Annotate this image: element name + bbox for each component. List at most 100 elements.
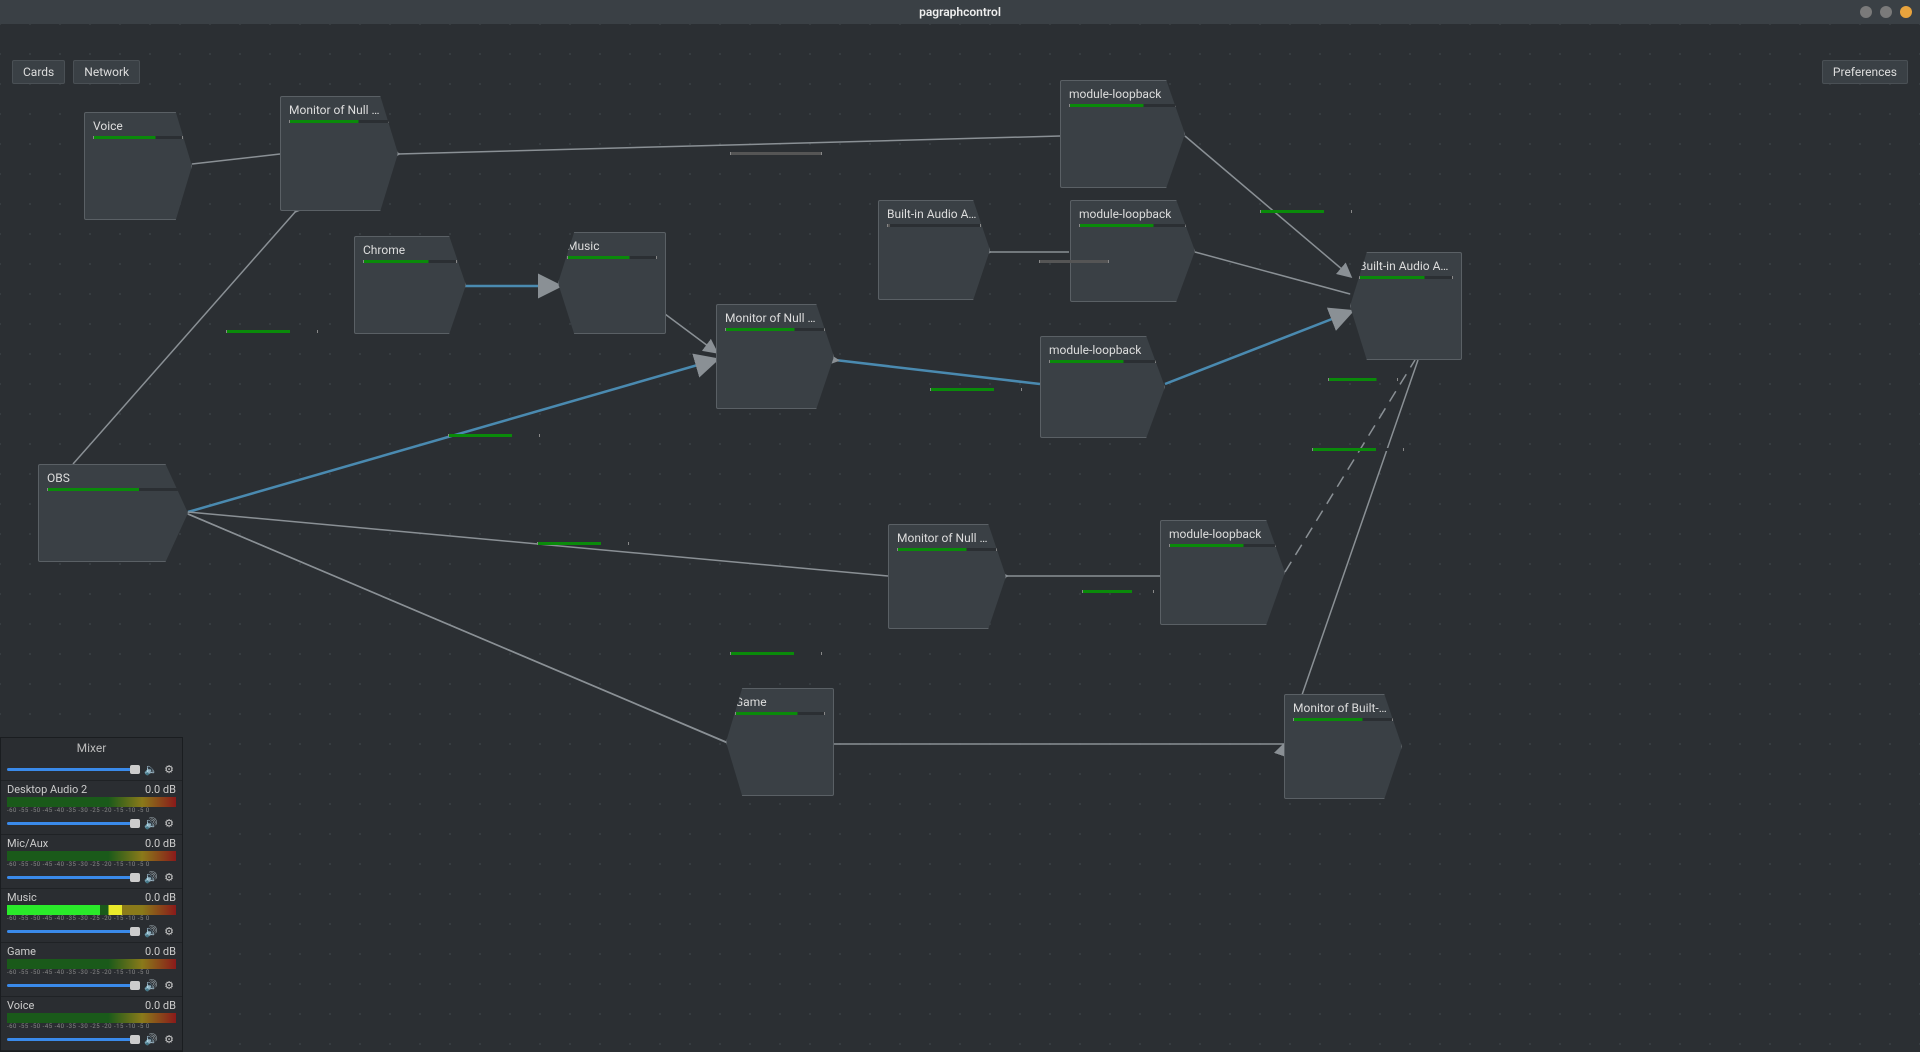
gear-icon[interactable]: ⚙ bbox=[162, 816, 176, 830]
level-meter bbox=[7, 959, 176, 969]
node-music[interactable]: Music bbox=[558, 232, 666, 334]
connection-volume-indicator bbox=[448, 434, 540, 437]
connection-volume-indicator bbox=[1260, 210, 1352, 213]
volume-slider[interactable] bbox=[7, 768, 140, 771]
node-label: Game bbox=[735, 695, 825, 709]
gear-icon[interactable]: ⚙ bbox=[162, 978, 176, 992]
slider-knob[interactable] bbox=[130, 765, 140, 774]
edge bbox=[1285, 360, 1418, 744]
connection-volume-indicator bbox=[537, 542, 629, 545]
channel-name: Mic/Aux bbox=[7, 837, 48, 850]
node-loopback-1[interactable]: module-loopback bbox=[1060, 80, 1185, 188]
node-builtin-analog-in[interactable]: Built-in Audio An… bbox=[878, 200, 990, 300]
volume-indicator bbox=[1293, 718, 1393, 721]
volume-slider[interactable] bbox=[7, 984, 140, 987]
node-label: Built-in Audio An… bbox=[1359, 259, 1453, 273]
edge bbox=[188, 514, 726, 742]
speaker-icon[interactable]: 🔊 bbox=[144, 816, 158, 830]
channel-name: Desktop Audio 2 bbox=[7, 783, 87, 796]
meter-ticks: -60 -55 -50 -45 -40 -35 -30 -25 -20 -15 … bbox=[7, 1023, 176, 1030]
volume-slider[interactable] bbox=[7, 876, 140, 879]
gear-icon[interactable]: ⚙ bbox=[162, 924, 176, 938]
node-monitor-builtin[interactable]: Monitor of Built-i… bbox=[1284, 694, 1402, 799]
meter-ticks: -60 -55 -50 -45 -40 -35 -30 -25 -20 -15 … bbox=[7, 807, 176, 814]
volume-slider[interactable] bbox=[7, 930, 140, 933]
window-controls bbox=[1860, 6, 1912, 18]
edge bbox=[1195, 252, 1350, 294]
edge bbox=[835, 360, 1040, 384]
node-loopback-3[interactable]: module-loopback bbox=[1040, 336, 1165, 438]
mixer-panel[interactable]: Mixer 🔈 ⚙ Desktop Audio 2 0.0 dB -60 -55 -50… bbox=[0, 737, 183, 1052]
volume-indicator bbox=[1359, 276, 1453, 279]
node-game[interactable]: Game bbox=[726, 688, 834, 796]
gear-icon[interactable]: ⚙ bbox=[162, 1032, 176, 1046]
node-label: Chrome bbox=[363, 243, 457, 257]
edge bbox=[665, 314, 716, 352]
connection-volume-indicator bbox=[1312, 448, 1404, 451]
channel-db: 0.0 dB bbox=[145, 783, 176, 796]
maximize-icon[interactable] bbox=[1880, 6, 1892, 18]
volume-indicator bbox=[567, 256, 657, 259]
connection-volume-indicator bbox=[1082, 590, 1154, 593]
volume-indicator bbox=[887, 224, 981, 227]
mixer-channel-music: Music0.0 dB-60 -55 -50 -45 -40 -35 -30 -… bbox=[1, 889, 182, 943]
node-label: module-loopback bbox=[1169, 527, 1264, 541]
channel-db: 0.0 dB bbox=[145, 837, 176, 850]
minimize-icon[interactable] bbox=[1860, 6, 1872, 18]
node-label: module-loopback bbox=[1069, 87, 1164, 101]
preferences-button[interactable]: Preferences bbox=[1822, 60, 1908, 84]
edge bbox=[1285, 360, 1415, 572]
channel-name: Game bbox=[7, 945, 36, 958]
connection-volume-indicator bbox=[1039, 260, 1109, 263]
network-button[interactable]: Network bbox=[73, 60, 140, 84]
volume-indicator bbox=[1049, 360, 1156, 363]
mixer-title: Mixer bbox=[1, 738, 182, 758]
close-icon[interactable] bbox=[1900, 6, 1912, 18]
mixer-channel-game: Game0.0 dB-60 -55 -50 -45 -40 -35 -30 -2… bbox=[1, 943, 182, 997]
cards-button[interactable]: Cards bbox=[12, 60, 65, 84]
node-monitor-null-1[interactable]: Monitor of Null O… bbox=[280, 96, 398, 211]
slider-knob[interactable] bbox=[130, 1035, 140, 1044]
volume-slider[interactable] bbox=[7, 1038, 140, 1041]
connection-volume-indicator bbox=[730, 152, 822, 155]
node-loopback-2[interactable]: module-loopback bbox=[1070, 200, 1195, 302]
volume-indicator bbox=[897, 548, 997, 551]
mixer-channel-mic-aux: Mic/Aux0.0 dB-60 -55 -50 -45 -40 -35 -30… bbox=[1, 835, 182, 889]
speaker-icon[interactable]: 🔊 bbox=[144, 870, 158, 884]
edge bbox=[1165, 312, 1350, 384]
node-label: Monitor of Null O… bbox=[289, 103, 384, 117]
slider-knob[interactable] bbox=[130, 981, 140, 990]
node-chrome[interactable]: Chrome bbox=[354, 236, 466, 334]
node-label: OBS bbox=[47, 471, 142, 485]
channel-name: Music bbox=[7, 891, 37, 904]
level-meter bbox=[7, 905, 176, 915]
gear-icon[interactable]: ⚙ bbox=[162, 762, 176, 776]
slider-knob[interactable] bbox=[130, 819, 140, 828]
connection-volume-indicator bbox=[1328, 378, 1398, 381]
graph-canvas[interactable]: Cards Network Preferences Voice Monitor o… bbox=[0, 24, 1920, 1052]
node-obs[interactable]: OBS bbox=[38, 464, 188, 562]
gear-icon[interactable]: ⚙ bbox=[162, 870, 176, 884]
connection-volume-indicator bbox=[930, 388, 1022, 391]
node-loopback-4[interactable]: module-loopback bbox=[1160, 520, 1285, 625]
speaker-icon[interactable]: 🔊 bbox=[144, 1032, 158, 1046]
node-voice[interactable]: Voice bbox=[84, 112, 192, 220]
volume-indicator bbox=[1169, 544, 1276, 547]
slider-knob[interactable] bbox=[130, 927, 140, 936]
node-label: module-loopback bbox=[1079, 207, 1174, 221]
meter-ticks: -60 -55 -50 -45 -40 -35 -30 -25 -20 -15 … bbox=[7, 915, 176, 922]
node-builtin-analog-out[interactable]: Built-in Audio An… bbox=[1350, 252, 1462, 360]
edge bbox=[73, 211, 296, 464]
node-label: Voice bbox=[93, 119, 183, 133]
node-monitor-null-2[interactable]: Monitor of Null O… bbox=[716, 304, 834, 409]
speaker-icon[interactable]: 🔊 bbox=[144, 924, 158, 938]
node-monitor-null-3[interactable]: Monitor of Null O… bbox=[888, 524, 1006, 629]
slider-knob[interactable] bbox=[130, 873, 140, 882]
titlebar: pagraphcontrol bbox=[0, 0, 1920, 24]
mute-icon[interactable]: 🔈 bbox=[144, 762, 158, 776]
speaker-icon[interactable]: 🔊 bbox=[144, 978, 158, 992]
connection-volume-indicator bbox=[226, 330, 318, 333]
channel-db: 0.0 dB bbox=[145, 945, 176, 958]
node-label: Music bbox=[567, 239, 657, 253]
volume-slider[interactable] bbox=[7, 822, 140, 825]
